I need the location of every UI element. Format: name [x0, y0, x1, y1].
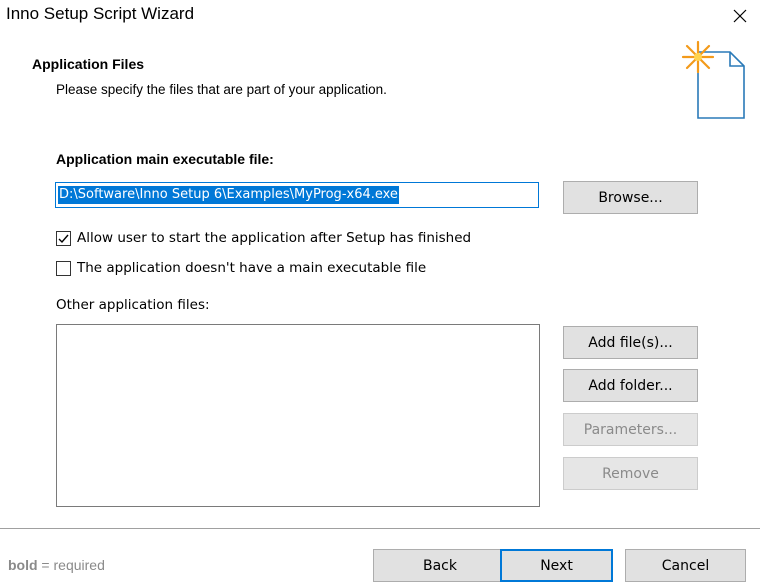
close-button[interactable]: [720, 0, 760, 32]
no-main-exe-checkbox[interactable]: [56, 260, 71, 276]
wizard-document-icon: [681, 40, 745, 119]
other-files-list[interactable]: [56, 324, 540, 507]
back-button[interactable]: Back: [373, 549, 507, 582]
cancel-button[interactable]: Cancel: [625, 549, 746, 582]
add-folder-button[interactable]: Add folder...: [563, 369, 698, 402]
legend-text: = required: [37, 557, 105, 573]
main-exe-label: Application main executable file:: [56, 151, 274, 167]
remove-button[interactable]: Remove: [563, 457, 698, 490]
page-description: Please specify the files that are part o…: [56, 82, 387, 97]
no-main-exe-option[interactable]: The application doesn't have a main exec…: [56, 260, 426, 276]
no-main-exe-label: The application doesn't have a main exec…: [77, 260, 427, 276]
next-button[interactable]: Next: [500, 549, 613, 582]
main-exe-input[interactable]: D:\Software\Inno Setup 6\Examples\MyProg…: [55, 182, 539, 208]
legend-bold-text: bold: [8, 557, 38, 573]
parameters-button[interactable]: Parameters...: [563, 413, 698, 446]
allow-start-option[interactable]: Allow user to start the application afte…: [56, 230, 471, 246]
title-bar: Inno Setup Script Wizard: [0, 0, 760, 32]
main-exe-value: D:\Software\Inno Setup 6\Examples\MyProg…: [58, 186, 399, 204]
allow-start-label: Allow user to start the application afte…: [77, 230, 472, 246]
allow-start-checkbox[interactable]: [56, 230, 71, 246]
page-title: Application Files: [32, 56, 145, 72]
required-legend: bold = required: [8, 557, 105, 573]
window-title: Inno Setup Script Wizard: [6, 4, 195, 23]
close-icon: [733, 9, 747, 23]
other-files-label: Other application files:: [56, 297, 210, 313]
checkmark-icon: [58, 234, 69, 243]
add-files-button[interactable]: Add file(s)...: [563, 326, 698, 359]
browse-button[interactable]: Browse...: [563, 181, 698, 214]
